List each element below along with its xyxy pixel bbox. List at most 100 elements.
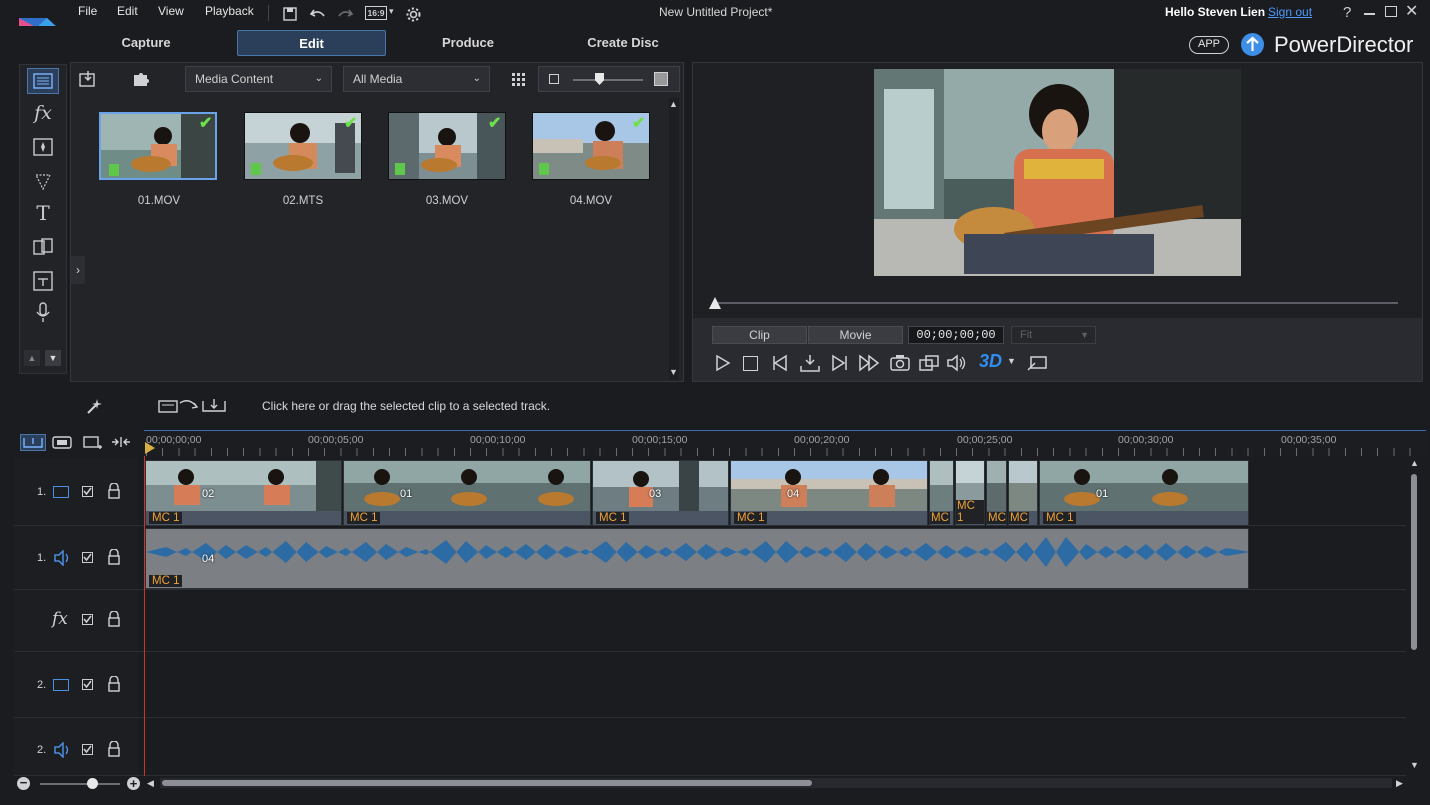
scroll-up-icon[interactable]: ▲ [24, 350, 40, 366]
gear-icon[interactable] [405, 6, 421, 22]
clip-mode-button[interactable]: Clip [712, 326, 807, 344]
lock-icon[interactable] [107, 483, 121, 499]
maximize-icon[interactable] [1385, 6, 1397, 17]
preview-seek-bar[interactable] [715, 302, 1398, 304]
volume-icon[interactable] [946, 354, 968, 372]
small-thumb-icon[interactable] [549, 74, 559, 84]
storyboard-view-icon[interactable] [52, 435, 72, 450]
clip-label: MC [987, 512, 1006, 524]
scroll-up-icon[interactable]: ▲ [1410, 458, 1419, 468]
lock-icon[interactable] [107, 549, 121, 565]
grid-view-icon[interactable] [511, 72, 527, 88]
zoom-in-icon[interactable]: + [127, 777, 140, 790]
menu-file[interactable]: File [78, 4, 97, 18]
fast-forward-icon[interactable] [858, 354, 880, 372]
import-media-icon[interactable] [78, 69, 98, 89]
tab-create-disc[interactable]: Create Disc [563, 30, 683, 56]
redo-icon[interactable] [336, 6, 354, 22]
timecode-display[interactable]: 00;00;00;00 [908, 326, 1004, 344]
sign-out-link[interactable]: Sign out [1268, 5, 1312, 19]
split-clip-icon[interactable] [800, 354, 820, 372]
track-enable-checkbox[interactable] [82, 744, 93, 755]
movie-mode-button[interactable]: Movie [808, 326, 903, 344]
undo-icon[interactable] [309, 6, 325, 22]
track-enable-checkbox[interactable] [82, 486, 93, 497]
scroll-right-icon[interactable]: ▶ [1396, 778, 1403, 789]
video-clip[interactable]: MC [986, 460, 1007, 526]
scroll-down-icon[interactable]: ▼ [45, 350, 61, 366]
title-room-icon[interactable]: T [27, 200, 59, 226]
media-room-icon[interactable] [27, 68, 59, 94]
track-manager-icon[interactable] [83, 435, 103, 450]
subtitle-room-icon[interactable] [27, 268, 59, 294]
video-clip[interactable]: 03 MC 1 [592, 460, 729, 526]
plugin-puzzle-icon[interactable] [131, 69, 151, 89]
menu-playback[interactable]: Playback [205, 4, 254, 18]
microphone-icon[interactable] [27, 300, 59, 326]
lock-icon[interactable] [107, 741, 121, 757]
insert-clip-to-track-icon[interactable] [157, 397, 227, 415]
snapshot-camera-icon[interactable] [889, 354, 911, 372]
menu-view[interactable]: View [158, 4, 184, 18]
media-filename: 04.MOV [569, 195, 613, 207]
close-icon[interactable]: ✕ [1405, 4, 1418, 20]
menu-edit[interactable]: Edit [117, 4, 138, 18]
play-icon[interactable] [714, 354, 732, 372]
app-badge-button[interactable]: APP [1189, 36, 1229, 54]
video-clip[interactable]: 01 MC 1 [343, 460, 591, 526]
save-icon[interactable] [282, 6, 298, 22]
thumbnail-size-slider[interactable] [573, 79, 643, 81]
track-enable-checkbox[interactable] [82, 614, 93, 625]
stop-icon[interactable] [743, 356, 758, 371]
library-scrollbar[interactable] [669, 98, 679, 380]
pip-objects-icon[interactable] [27, 134, 59, 160]
zoom-fit-dropdown[interactable]: Fit ▼ [1011, 326, 1096, 344]
zoom-out-icon[interactable]: − [17, 776, 30, 790]
tab-capture[interactable]: Capture [86, 30, 206, 56]
aspect-ratio-selector[interactable]: 16:9 [365, 6, 387, 20]
video-clip[interactable]: MC [1008, 460, 1038, 526]
magic-tools-icon[interactable] [84, 397, 104, 417]
timeline-view-icon[interactable] [20, 434, 46, 451]
lock-icon[interactable] [107, 611, 121, 627]
previous-frame-icon[interactable] [771, 354, 791, 372]
zoom-slider-handle[interactable] [87, 778, 98, 789]
video-clip[interactable]: 04 MC 1 [730, 460, 928, 526]
track-enable-checkbox[interactable] [82, 679, 93, 690]
chevron-down-icon[interactable]: ▼ [1007, 356, 1016, 366]
transition-room-icon[interactable] [27, 234, 59, 260]
scroll-left-icon[interactable]: ◀ [147, 778, 154, 789]
upgrade-arrow-icon[interactable] [1241, 33, 1264, 56]
lock-icon[interactable] [107, 676, 121, 692]
scroll-down-icon[interactable]: ▼ [669, 367, 678, 377]
media-content-dropdown[interactable]: Media Content ⌄ [185, 66, 332, 92]
fit-timeline-icon[interactable] [111, 435, 131, 450]
chevron-down-icon[interactable]: ▾ [389, 6, 394, 17]
tab-edit[interactable]: Edit [237, 30, 386, 56]
video-clip[interactable]: MC 1 [955, 460, 985, 526]
next-frame-icon[interactable] [829, 354, 849, 372]
timeline-zoom-slider[interactable] [40, 783, 120, 785]
large-thumb-icon[interactable] [654, 72, 668, 86]
video-clip[interactable]: 02 MC 1 [145, 460, 342, 526]
tab-produce[interactable]: Produce [408, 30, 528, 56]
audio-clip[interactable]: 04 MC 1 [145, 528, 1249, 589]
vertical-scroll-thumb[interactable] [1411, 474, 1417, 650]
help-button[interactable]: ? [1343, 4, 1351, 21]
scroll-up-icon[interactable]: ▲ [669, 99, 678, 109]
particle-room-icon[interactable] [27, 168, 59, 194]
track-row-audio-2 [14, 718, 1406, 776]
horizontal-scroll-thumb[interactable] [162, 780, 812, 786]
effect-room-icon[interactable]: fx [27, 100, 59, 126]
drag-hint-text[interactable]: Click here or drag the selected clip to … [262, 399, 550, 413]
video-clip[interactable]: 01 MC 1 [1039, 460, 1249, 526]
track-enable-checkbox[interactable] [82, 552, 93, 563]
scroll-down-icon[interactable]: ▼ [1410, 760, 1419, 770]
video-clip[interactable]: MC [929, 460, 954, 526]
minimize-icon[interactable] [1364, 13, 1375, 15]
3d-mode-toggle[interactable]: 3D [979, 351, 1002, 372]
media-filter-dropdown[interactable]: All Media ⌄ [343, 66, 490, 92]
expand-panel-chevron-icon[interactable]: › [71, 256, 85, 284]
undock-preview-icon[interactable] [1026, 354, 1048, 372]
display-quality-icon[interactable] [918, 354, 940, 372]
